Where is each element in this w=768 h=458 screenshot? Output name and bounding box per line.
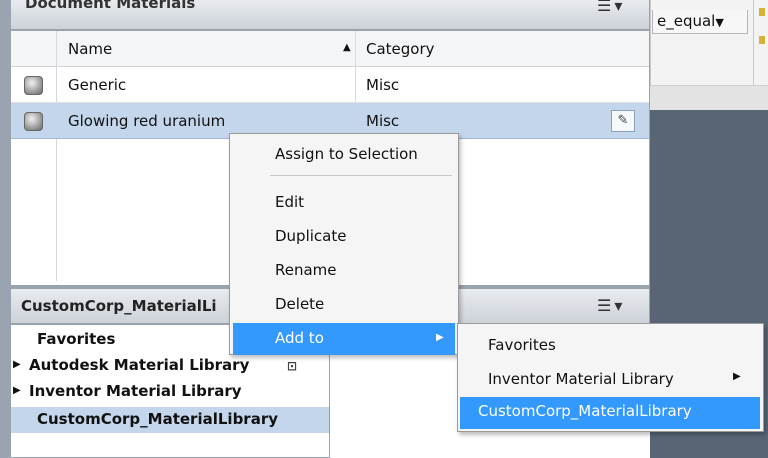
tree-item-label: Inventor Material Library	[29, 382, 242, 400]
style-combo[interactable]: e_equal▼	[652, 10, 748, 34]
menu-item-edit[interactable]: Edit	[230, 187, 458, 219]
list-view-icon[interactable]: ☰ ▾	[597, 0, 622, 15]
material-category: Misc	[366, 112, 400, 130]
marker-icon	[759, 8, 765, 16]
menu-item-assign-to-selection[interactable]: Assign to Selection	[230, 139, 458, 171]
tree-item-autodesk-library[interactable]: ▶ Autodesk Material Library ⊡	[11, 353, 329, 379]
expand-arrow-icon[interactable]: ▶	[13, 385, 21, 396]
library-title: CustomCorp_MaterialLi	[21, 297, 217, 315]
column-header-category[interactable]: Category	[366, 40, 435, 58]
menu-item-label: Add to	[275, 329, 324, 347]
menu-item-label: CustomCorp_MaterialLibrary	[478, 402, 692, 420]
toolbar-strip	[650, 85, 768, 110]
document-materials-header: Document Materials ☰ ▾	[10, 0, 650, 30]
panel-title: Document Materials	[25, 0, 196, 12]
material-name: Generic	[68, 76, 127, 94]
add-to-submenu: Favorites Inventor Material Library ▶ Cu…	[457, 323, 764, 432]
menu-item-duplicate[interactable]: Duplicate	[230, 221, 458, 253]
lock-icon: ⊡	[287, 359, 298, 373]
menu-item-label: Favorites	[488, 336, 556, 354]
menu-item-label: Inventor Material Library	[488, 370, 674, 388]
material-swatch-icon	[24, 76, 43, 95]
menu-item-rename[interactable]: Rename	[230, 255, 458, 287]
list-view-icon[interactable]: ☰ ▾	[597, 296, 622, 315]
column-header-row: Name ▲ Category	[11, 31, 649, 67]
menu-item-label: Rename	[275, 261, 337, 279]
style-combo-value: e_equal	[657, 12, 716, 30]
menu-item-add-to[interactable]: Add to ▶	[233, 323, 455, 355]
tree-item-label: Favorites	[37, 330, 116, 348]
submenu-arrow-icon: ▶	[436, 332, 444, 343]
context-menu: Assign to Selection Edit Duplicate Renam…	[229, 133, 459, 355]
material-category: Misc	[366, 76, 400, 94]
tree-item-inventor-library[interactable]: ▶ Inventor Material Library	[11, 379, 329, 405]
chevron-down-icon: ▼	[715, 16, 724, 29]
submenu-arrow-icon: ▶	[733, 371, 741, 382]
menu-separator	[270, 175, 452, 176]
edit-pencil-icon[interactable]: ✎	[611, 110, 635, 132]
marker-icon	[759, 36, 765, 44]
table-row[interactable]: Generic Misc	[11, 67, 649, 103]
menu-item-label: Delete	[275, 295, 325, 313]
material-swatch-icon	[24, 112, 43, 131]
submenu-item-customcorp-library[interactable]: CustomCorp_MaterialLibrary	[460, 397, 760, 429]
menu-item-label: Duplicate	[275, 227, 347, 245]
tree-item-label: Autodesk Material Library	[29, 356, 250, 374]
menu-item-label: Assign to Selection	[275, 145, 418, 163]
expand-arrow-icon[interactable]: ▶	[13, 359, 21, 370]
column-header-name[interactable]: Name	[68, 40, 112, 58]
submenu-item-favorites[interactable]: Favorites	[458, 326, 763, 358]
tree-item-label: CustomCorp_MaterialLibrary	[37, 410, 278, 428]
menu-item-label: Edit	[275, 193, 305, 211]
submenu-item-inventor-library[interactable]: Inventor Material Library ▶	[458, 360, 763, 392]
material-name: Glowing red uranium	[68, 112, 226, 130]
sort-ascending-icon: ▲	[343, 42, 351, 53]
tree-item-customcorp-library[interactable]: CustomCorp_MaterialLibrary	[11, 407, 329, 433]
menu-item-delete[interactable]: Delete	[230, 289, 458, 321]
